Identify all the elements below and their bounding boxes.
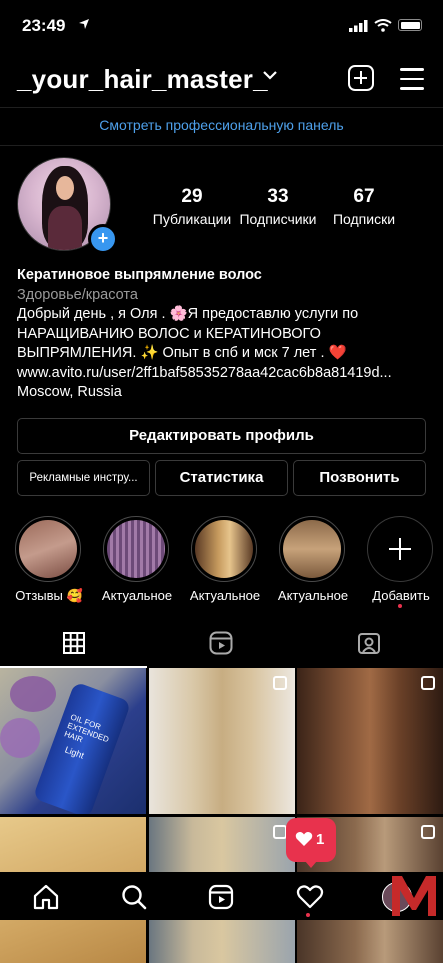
multi-photo-icon [421, 676, 435, 690]
profile-category: Здоровье/красота [17, 286, 138, 303]
stat-posts[interactable]: 29 Публикации [147, 186, 237, 227]
search-icon[interactable] [121, 884, 147, 910]
menu-icon[interactable] [400, 68, 424, 97]
highlight-label: Актуальное [189, 588, 261, 603]
bio-link[interactable]: www.avito.ru/user/2ff1baf58535278aa42cac… [17, 364, 432, 384]
heart-icon [295, 832, 313, 846]
bio: Кератиновое выпрямление волос Здоровье/к… [17, 266, 432, 403]
like-notification[interactable]: 1 [286, 818, 336, 868]
signal-icon [349, 20, 368, 32]
stat-label: Публикации [152, 211, 232, 227]
add-story-icon[interactable]: + [88, 224, 118, 254]
stat-label: Подписчики [239, 211, 317, 227]
stat-followers[interactable]: 33 Подписчики [233, 186, 323, 227]
bio-line: ВЫПРЯМЛЕНИЯ. ✨ Опыт в спб и мск 7 лет . … [17, 345, 347, 361]
multi-photo-icon [273, 676, 287, 690]
tagged-icon[interactable] [357, 631, 381, 655]
post-thumbnail[interactable] [149, 668, 295, 814]
activity-dot [306, 913, 310, 917]
highlight-current-1[interactable]: Актуальное [102, 516, 172, 603]
multi-photo-icon [421, 825, 435, 839]
profile-tabs [0, 622, 443, 667]
location-arrow-icon [79, 19, 89, 29]
ad-tools-button[interactable]: Рекламные инстру... [17, 460, 150, 496]
bio-line: НАРАЩИВАНИЮ ВОЛОС и КЕРАТИНОВОГО [17, 325, 321, 342]
highlight-label: Актуальное [277, 588, 349, 603]
statistics-button[interactable]: Статистика [155, 460, 288, 496]
highlight-current-3[interactable]: Актуальное [278, 516, 348, 603]
stat-value: 67 [353, 186, 375, 207]
activity-heart-icon[interactable] [296, 885, 324, 909]
divider [0, 107, 443, 108]
battery-icon [398, 19, 422, 31]
reels-nav-icon[interactable] [208, 884, 234, 910]
edit-profile-button[interactable]: Редактировать профиль [17, 418, 426, 454]
post-thumbnail[interactable] [297, 668, 443, 814]
home-icon[interactable] [33, 884, 59, 910]
stat-following[interactable]: 67 Подписки [319, 186, 409, 227]
reels-icon[interactable] [209, 631, 233, 655]
call-button[interactable]: Позвонить [293, 460, 426, 496]
new-post-icon[interactable] [348, 65, 374, 91]
stat-label: Подписки [332, 211, 396, 227]
highlight-label: Актуальное [101, 588, 173, 603]
highlight-current-2[interactable]: Актуальное [190, 516, 260, 603]
bottom-navigation [0, 872, 443, 920]
chevron-down-icon[interactable] [263, 70, 277, 80]
wifi-icon [374, 19, 392, 32]
highlight-label: Добавить [372, 588, 430, 603]
professional-dashboard-link[interactable]: Смотреть профессиональную панель [0, 117, 443, 133]
status-bar: 23:49 [0, 0, 443, 52]
highlight-label: Отзывы 🥰 [15, 588, 83, 603]
post-thumbnail[interactable]: OIL FOR EXTENDED HAIR Light [0, 668, 146, 814]
profile-name: Кератиновое выпрямление волос [17, 267, 262, 283]
like-count: 1 [316, 831, 325, 848]
divider [0, 145, 443, 146]
watermark-logo [392, 876, 436, 916]
bio-location[interactable]: Moscow, Russia [17, 383, 432, 403]
stat-value: 29 [181, 186, 203, 207]
profile-username[interactable]: _your_hair_master_ [17, 64, 268, 95]
multi-photo-icon [273, 825, 287, 839]
highlight-reviews[interactable]: Отзывы 🥰 [15, 516, 83, 604]
highlight-add[interactable]: Добавить [367, 516, 435, 603]
stat-value: 33 [267, 186, 289, 207]
grid-icon[interactable] [63, 632, 85, 654]
status-time: 23:49 [22, 16, 66, 35]
bio-line: Добрый день , я Оля . 🌸Я предоставлю усл… [17, 306, 359, 322]
bottle-light-label: Light [63, 744, 86, 761]
new-dot [398, 604, 402, 608]
